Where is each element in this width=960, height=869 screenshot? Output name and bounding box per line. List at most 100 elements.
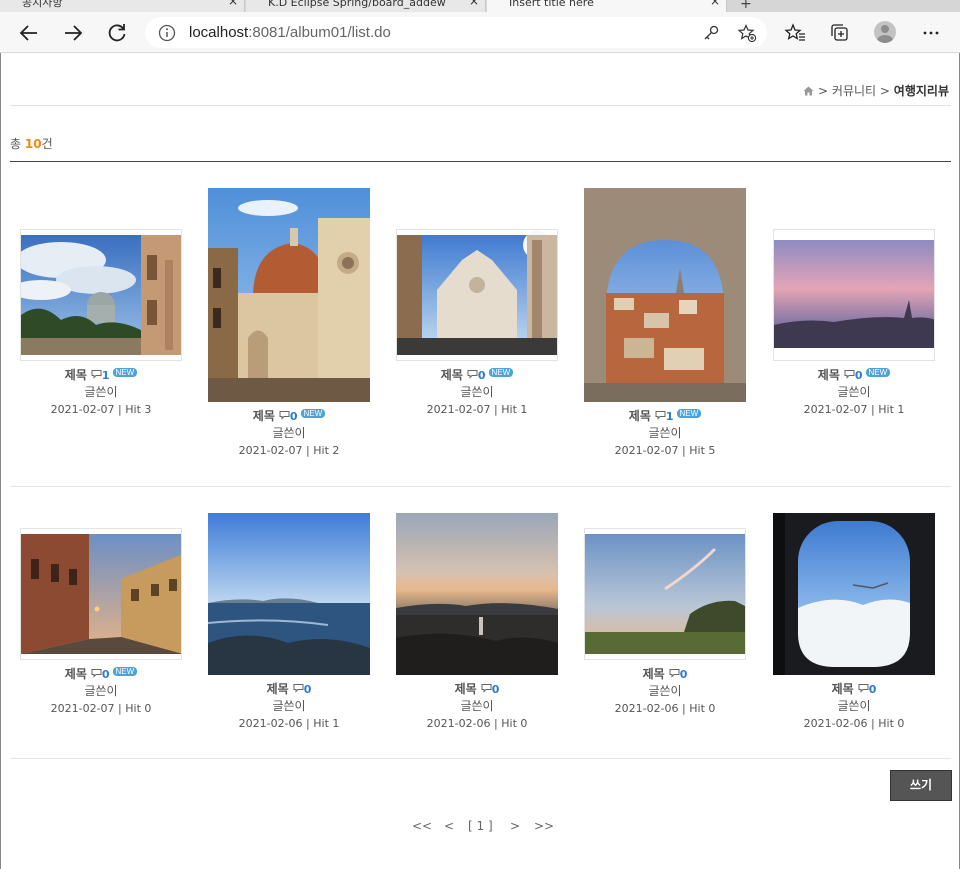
card-title[interactable]: 제목 [832,682,854,696]
album-card[interactable]: 제목 0 NEW 글쓴이 2021-02-07 | Hit 1 [396,229,558,418]
thumbnail-image [397,230,557,360]
card-writer: 글쓴이 [460,699,494,713]
card-title[interactable]: 제목 [818,368,840,382]
tab-label: 공지사항 [22,0,63,9]
comment-icon [91,669,102,678]
card-info: 2021-02-07 | Hit 2 [238,444,340,457]
comment-count: 1 [101,369,110,382]
write-button[interactable]: 쓰기 [890,770,952,801]
card-info: 2021-02-06 | Hit 0 [614,702,716,715]
card-info: 2021-02-07 | Hit 1 [803,403,905,416]
tab-3[interactable]: Insert title here × [487,0,727,12]
address-bar[interactable]: localhost:8081/album01/list.do [145,17,767,48]
card-writer: 글쓴이 [837,699,871,713]
album-card[interactable]: 제목 0 NEW 글쓴이 2021-02-07 | Hit 2 [208,188,370,459]
tab-close-icon[interactable]: × [469,0,479,7]
breadcrumb-sep: > [818,84,829,98]
card-meta: 제목 0 글쓴이 2021-02-06 | Hit 0 [773,681,935,732]
thumbnail-image [774,230,934,360]
card-meta: 제목 0 글쓴이 2021-02-06 | Hit 0 [584,666,746,717]
comment-count: 0 [854,369,863,382]
album-thumbnail[interactable] [396,229,558,361]
card-info: 2021-02-06 | Hit 0 [803,717,905,730]
card-meta: 제목 0 NEW 글쓴이 2021-02-07 | Hit 2 [208,408,370,459]
page-content: > 커뮤니티 > 여행지리뷰 총 10건 제목 1 NEW 글쓴이 2021-02-… [0,53,960,869]
album-thumbnail[interactable] [773,513,935,675]
comment-count: 0 [101,668,110,681]
tab-1[interactable]: 공지사항 × [0,0,245,12]
card-title[interactable]: 제목 [65,667,87,681]
tab-close-icon[interactable]: × [710,0,720,7]
card-title[interactable]: 제목 [455,682,477,696]
url-host: localhost [189,24,249,41]
forward-button[interactable] [60,20,86,46]
tab-label: K.D Eclipse Spring/board_addew [268,0,446,9]
card-info: 2021-02-07 | Hit 3 [50,403,152,416]
card-meta: 제목 1 NEW 글쓴이 2021-02-07 | Hit 3 [20,367,182,418]
key-icon[interactable] [701,23,721,43]
album-card[interactable]: 제목 0 글쓴이 2021-02-06 | Hit 0 [584,528,746,717]
current-page[interactable]: [ 1 ] [468,819,493,833]
card-writer: 글쓴이 [460,385,494,399]
album-thumbnail[interactable] [396,513,558,675]
home-icon[interactable] [803,86,814,96]
back-button[interactable] [16,20,42,46]
card-writer: 글쓴이 [648,684,682,698]
album-thumbnail[interactable] [584,188,746,402]
card-title[interactable]: 제목 [253,409,275,423]
favorite-add-icon[interactable] [737,23,757,43]
next-page-button[interactable]: > [510,819,520,833]
more-icon [923,31,939,35]
breadcrumb-sep: > [879,84,890,98]
album-card[interactable]: 제목 0 글쓴이 2021-02-06 | Hit 0 [396,513,558,732]
card-writer: 글쓴이 [84,684,118,698]
album-card[interactable]: 제목 0 글쓴이 2021-02-06 | Hit 1 [208,513,370,732]
tab-label: Insert title here [509,0,594,9]
profile-icon[interactable] [874,21,896,43]
tab-2[interactable]: K.D Eclipse Spring/board_addew × [246,0,486,12]
album-thumbnail[interactable] [584,528,746,660]
refresh-button[interactable] [104,20,130,46]
album-thumbnail[interactable] [208,188,370,402]
album-card[interactable]: 제목 0 NEW 글쓴이 2021-02-07 | Hit 0 [20,528,182,717]
album-thumbnail[interactable] [773,229,935,361]
breadcrumb: > 커뮤니티 > 여행지리뷰 [803,82,949,99]
album-thumbnail[interactable] [20,528,182,660]
card-title[interactable]: 제목 [65,368,87,382]
card-title[interactable]: 제목 [267,682,289,696]
album-thumbnail[interactable] [20,229,182,361]
comment-icon [844,370,855,379]
tab-close-icon[interactable]: × [228,0,238,7]
breadcrumb-community[interactable]: 커뮤니티 [832,84,876,98]
comment-count: 0 [679,668,688,681]
album-card[interactable]: 제목 1 NEW 글쓴이 2021-02-07 | Hit 3 [20,229,182,418]
album-card[interactable]: 제목 0 글쓴이 2021-02-06 | Hit 0 [773,513,935,732]
card-info: 2021-02-06 | Hit 0 [426,717,528,730]
first-page-button[interactable]: << [412,819,432,833]
more-button[interactable] [918,20,944,46]
comment-count: 0 [477,369,486,382]
card-title[interactable]: 제목 [643,667,665,681]
favorites-button[interactable] [782,20,808,46]
card-title[interactable]: 제목 [629,409,651,423]
card-writer: 글쓴이 [837,385,871,399]
last-page-button[interactable]: >> [534,819,554,833]
total-count: 총 10건 [10,135,53,152]
prev-page-button[interactable]: < [444,819,454,833]
card-writer: 글쓴이 [272,426,306,440]
card-meta: 제목 0 NEW 글쓴이 2021-02-07 | Hit 0 [20,666,182,717]
info-icon[interactable] [157,23,177,43]
card-meta: 제목 0 NEW 글쓴이 2021-02-07 | Hit 1 [773,367,935,418]
album-card[interactable]: 제목 1 NEW 글쓴이 2021-02-07 | Hit 5 [584,188,746,459]
album-thumbnail[interactable] [208,513,370,675]
pagination: << < [ 1 ] > >> [406,819,556,839]
comment-icon [669,669,680,678]
refresh-icon [108,24,126,42]
album-card[interactable]: 제목 0 NEW 글쓴이 2021-02-07 | Hit 1 [773,229,935,418]
thumbnail-image [208,188,370,402]
card-meta: 제목 1 NEW 글쓴이 2021-02-07 | Hit 5 [584,408,746,459]
card-title[interactable]: 제목 [441,368,463,382]
favorites-icon [784,23,805,41]
collections-button[interactable] [827,20,853,46]
new-tab-icon[interactable]: + [740,0,752,12]
